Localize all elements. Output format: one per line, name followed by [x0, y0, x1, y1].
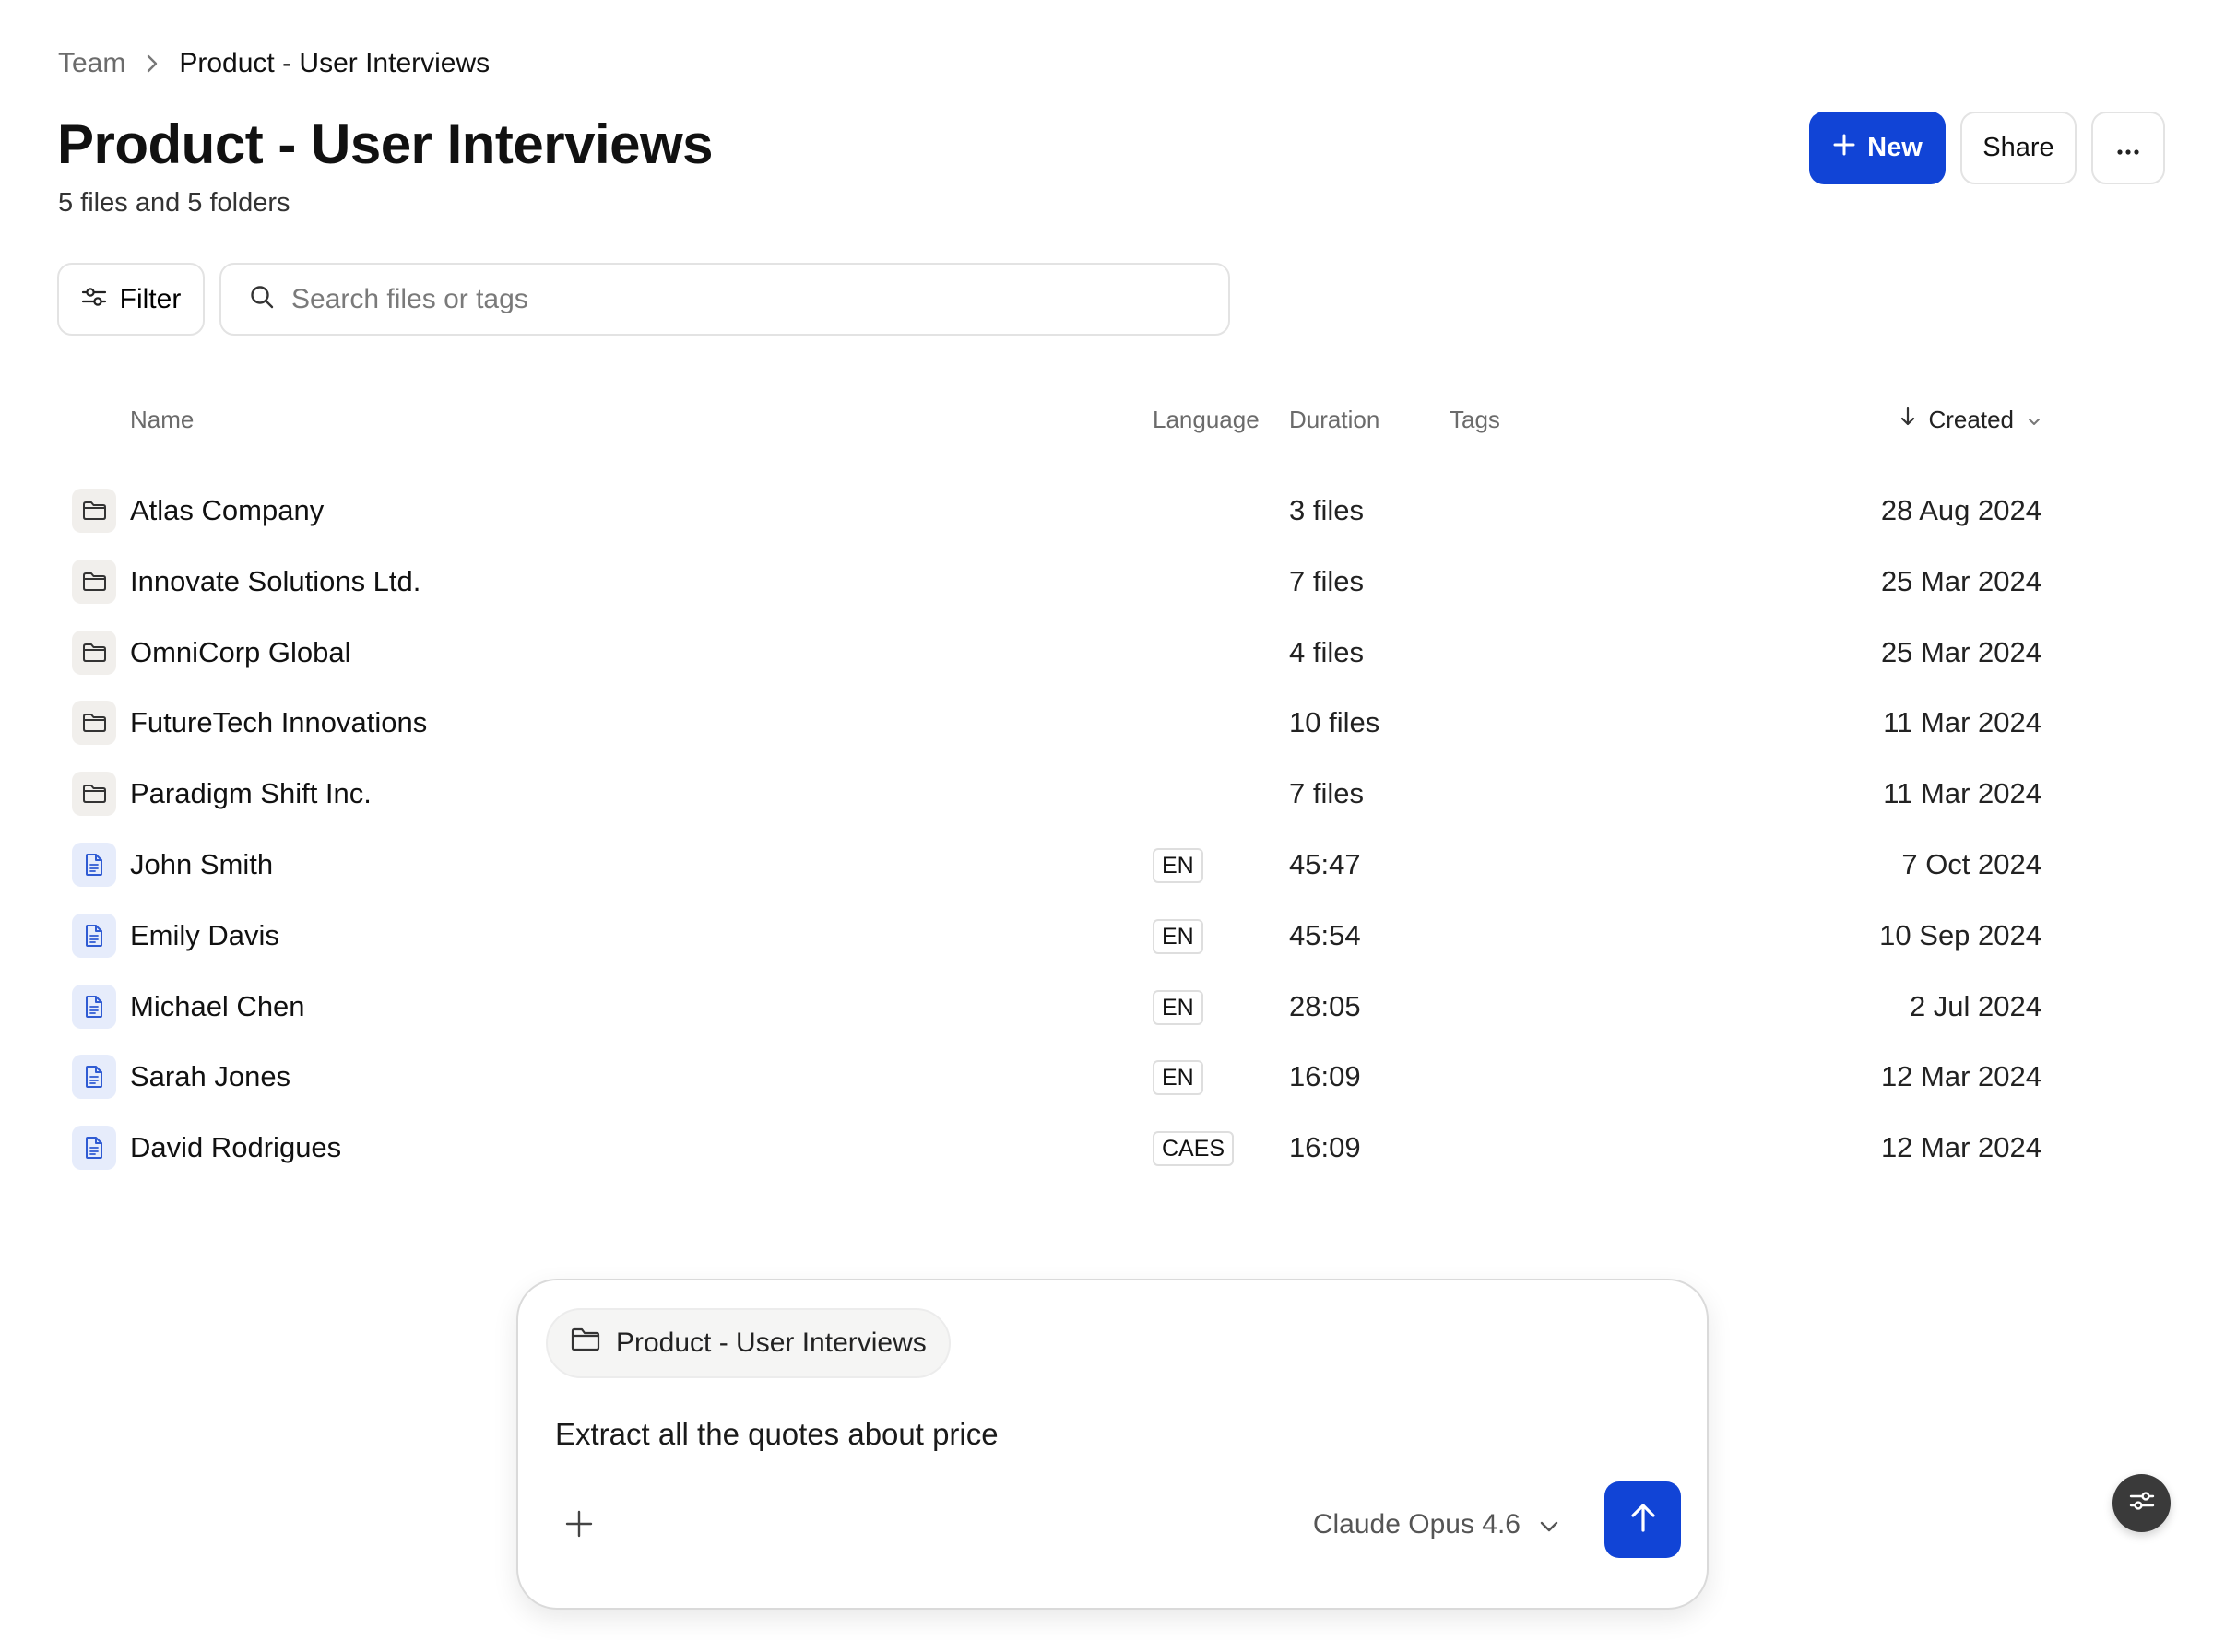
folder-icon [72, 559, 116, 604]
row-name[interactable]: John Smith [130, 826, 273, 903]
table-row[interactable]: OmniCorp Global 4 files 25 Mar 2024 [57, 614, 2086, 684]
created-header-label: Created [1928, 406, 2015, 433]
column-header-created[interactable]: Created [1899, 387, 2042, 452]
row-name[interactable]: Michael Chen [130, 968, 305, 1045]
chevron-down-icon [2027, 387, 2041, 452]
header-actions: New Share [1809, 112, 2165, 184]
row-duration: 10 files [1289, 706, 1380, 739]
row-name[interactable]: Emily Davis [130, 897, 279, 974]
row-duration: 45:47 [1289, 848, 1361, 880]
folder-icon [72, 701, 116, 746]
row-duration: 16:09 [1289, 1131, 1361, 1164]
row-name[interactable]: David Rodrigues [130, 1109, 341, 1186]
model-selector[interactable]: Claude Opus 4.6 [1313, 1502, 1559, 1548]
context-chip[interactable]: Product - User Interviews [546, 1308, 951, 1378]
share-button[interactable]: Share [1960, 112, 2077, 184]
row-name[interactable]: FutureTech Innovations [130, 684, 427, 761]
send-button[interactable] [1604, 1481, 1681, 1558]
breadcrumb-current: Product - User Interviews [179, 48, 491, 78]
row-duration: 4 files [1289, 635, 1364, 668]
breadcrumb-team-link[interactable]: Team [58, 48, 125, 79]
more-horizontal-icon [2116, 133, 2140, 163]
language-badge: CAES [1153, 1131, 1235, 1167]
page: Team Product - User Interviews Product -… [0, 0, 2213, 1652]
column-header-tags[interactable]: Tags [1450, 387, 1500, 452]
search-box [219, 263, 1230, 336]
table-row[interactable]: John Smith EN 45:47 7 Oct 2024 [57, 826, 2086, 896]
row-duration: 3 files [1289, 494, 1364, 526]
folder-icon [72, 489, 116, 533]
filter-label: Filter [119, 283, 182, 314]
breadcrumb: Team Product - User Interviews [58, 48, 490, 79]
row-name[interactable]: OmniCorp Global [130, 614, 350, 691]
document-icon [72, 913, 116, 958]
row-created: 25 Mar 2024 [1880, 635, 2041, 668]
row-created: 25 Mar 2024 [1880, 564, 2041, 597]
language-badge: EN [1153, 1060, 1203, 1096]
new-button-label: New [1867, 133, 1923, 162]
folder-icon [570, 1327, 601, 1360]
arrow-down-icon [1899, 387, 1916, 452]
plus-icon [1832, 133, 1856, 164]
folder-icon [72, 772, 116, 817]
document-icon [72, 1055, 116, 1100]
row-name[interactable]: Sarah Jones [130, 1038, 290, 1115]
new-button[interactable]: New [1809, 112, 1946, 184]
table-row[interactable]: Michael Chen EN 28:05 2 Jul 2024 [57, 968, 2086, 1038]
table-row[interactable]: Innovate Solutions Ltd. 7 files 25 Mar 202… [57, 543, 2086, 613]
column-header-language[interactable]: Language [1153, 387, 1260, 452]
floating-settings-button[interactable] [2112, 1474, 2171, 1532]
arrow-up-icon [1628, 1501, 1658, 1539]
row-duration: 7 files [1289, 777, 1364, 810]
chat-composer: Product - User Interviews Extract all th… [516, 1279, 1709, 1610]
language-badge: EN [1153, 918, 1203, 954]
sliders-icon [2128, 1489, 2156, 1517]
table-row[interactable]: FutureTech Innovations 10 files 11 Mar 202… [57, 684, 2086, 754]
row-created: 11 Mar 2024 [1883, 706, 2041, 739]
row-duration: 7 files [1289, 564, 1364, 597]
more-options-button[interactable] [2091, 112, 2165, 184]
row-created: 28 Aug 2024 [1880, 494, 2041, 526]
row-created: 11 Mar 2024 [1883, 777, 2041, 810]
row-name[interactable]: Innovate Solutions Ltd. [130, 543, 420, 620]
row-duration: 16:09 [1289, 1060, 1361, 1093]
row-duration: 28:05 [1289, 989, 1361, 1022]
context-chip-label: Product - User Interviews [616, 1328, 927, 1358]
search-input[interactable] [291, 283, 1121, 315]
document-icon [72, 984, 116, 1029]
add-attachment-button[interactable] [561, 1507, 598, 1544]
row-name[interactable]: Paradigm Shift Inc. [130, 755, 372, 832]
search-icon [249, 284, 275, 314]
language-badge: EN [1153, 989, 1203, 1025]
row-created: 2 Jul 2024 [1909, 989, 2041, 1022]
table-row[interactable]: Paradigm Shift Inc. 7 files 11 Mar 2024 [57, 755, 2086, 825]
document-icon [72, 843, 116, 887]
sliders-icon [81, 284, 107, 315]
plus-icon [564, 1509, 594, 1543]
document-icon [72, 1126, 116, 1171]
row-created: 10 Sep 2024 [1879, 918, 2041, 951]
column-header-name[interactable]: Name [130, 387, 194, 452]
chevron-down-icon [1539, 1509, 1559, 1540]
table-row[interactable]: Sarah Jones EN 16:09 12 Mar 2024 [57, 1038, 2086, 1108]
page-title: Product - User Interviews [57, 113, 714, 175]
chevron-right-icon [146, 53, 159, 74]
language-badge: EN [1153, 848, 1203, 883]
row-duration: 45:54 [1289, 918, 1361, 951]
filter-button[interactable]: Filter [57, 263, 205, 336]
prompt-input[interactable]: Extract all the quotes about price [555, 1417, 999, 1452]
page-subtitle: 5 files and 5 folders [58, 188, 290, 218]
table-row[interactable]: Emily Davis EN 45:54 10 Sep 2024 [57, 897, 2086, 967]
row-created: 7 Oct 2024 [1901, 848, 2041, 880]
table-row[interactable]: David Rodrigues CAES 16:09 12 Mar 2024 [57, 1109, 2086, 1179]
row-name[interactable]: Atlas Company [130, 472, 324, 549]
row-created: 12 Mar 2024 [1880, 1060, 2041, 1093]
row-created: 12 Mar 2024 [1880, 1131, 2041, 1164]
model-selector-label: Claude Opus 4.6 [1312, 1509, 1521, 1540]
table-row[interactable]: Atlas Company 3 files 28 Aug 2024 [57, 472, 2086, 542]
folder-icon [72, 630, 116, 675]
column-header-duration[interactable]: Duration [1289, 387, 1379, 452]
